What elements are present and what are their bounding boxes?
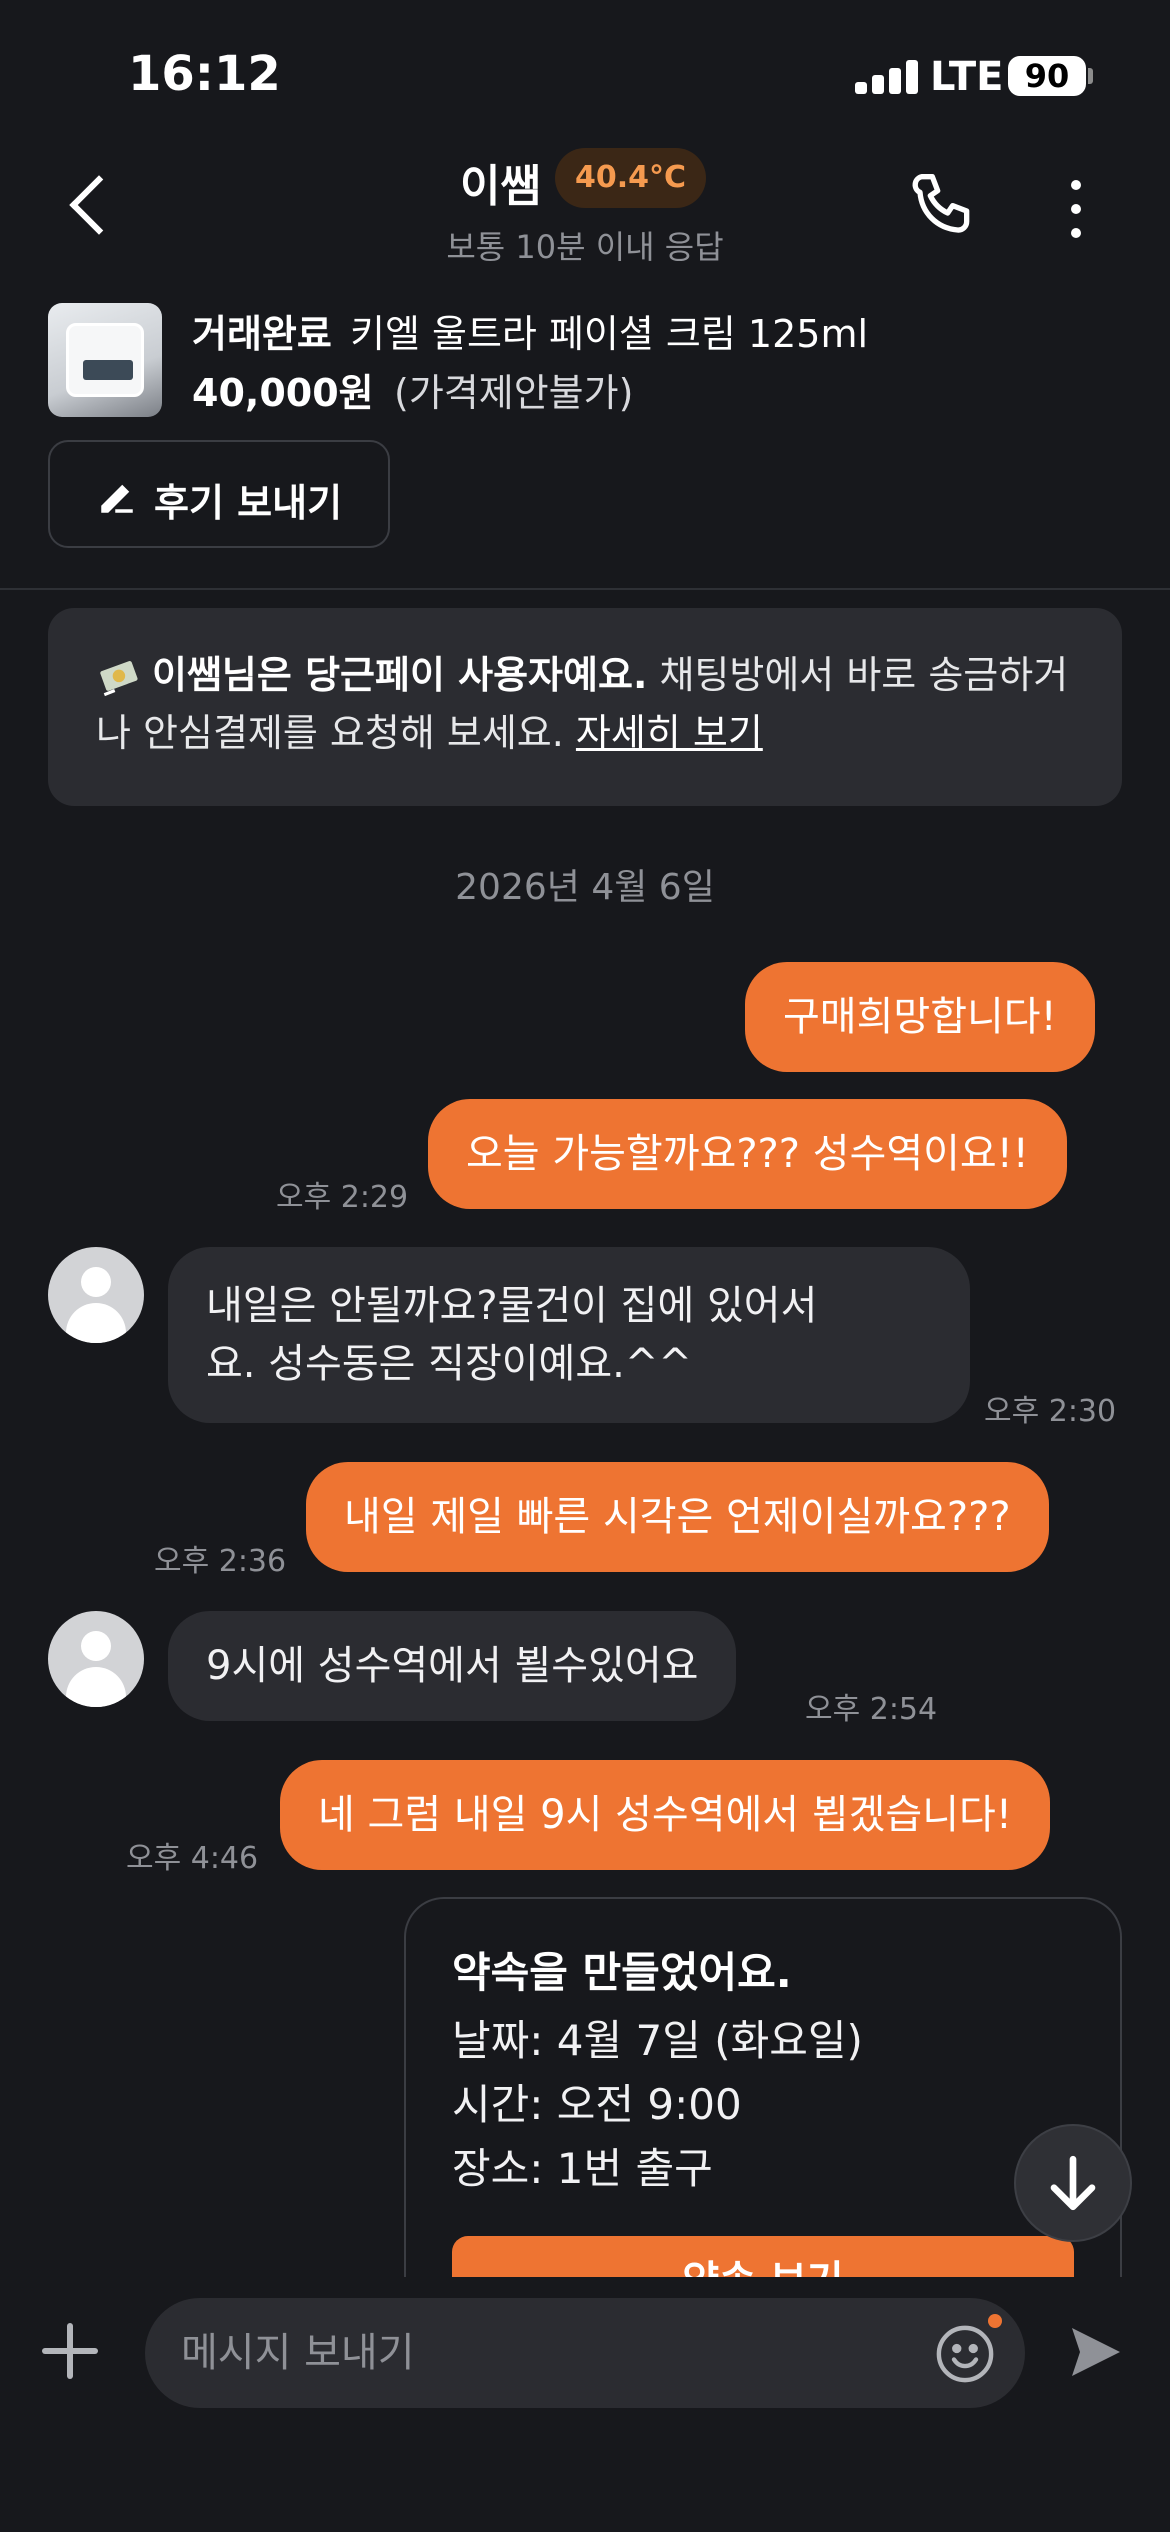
peer-avatar[interactable]	[48, 1611, 144, 1707]
phone-icon[interactable]	[905, 165, 985, 245]
status-time: 16:12	[128, 46, 281, 102]
message-bubble-peer[interactable]: 9시에 성수역에서 뵐수있어요	[168, 1611, 737, 1721]
notification-dot	[988, 2314, 1002, 2328]
product-title[interactable]: 키엘 울트라 페이셜 크림 125ml	[350, 303, 868, 358]
message-line: 요. 성수동은 직장이예요.^^	[206, 1341, 692, 1387]
network-label: LTE	[930, 54, 1004, 100]
appointment-card[interactable]: 약속을 만들었어요. 날짜: 4월 7일 (화요일) 시간: 오전 9:00 장…	[404, 1897, 1122, 2277]
divider	[0, 588, 1170, 590]
battery-tip	[1088, 68, 1093, 84]
view-appointment-button[interactable]: 약속 보기	[452, 2236, 1074, 2277]
message-bubble-me[interactable]: 구매희망합니다!	[745, 962, 1095, 1072]
arrow-down-icon	[1050, 2155, 1096, 2211]
notice-text: 이쌤님은 당근페이 사용자예요. 채팅방에서 바로 송금하거나 안심결제를 요청…	[96, 646, 1096, 762]
message-time: 오후 4:46	[126, 1841, 259, 1876]
message-bubble-me[interactable]: 내일 제일 빠른 시각은 언제이실까요???	[306, 1462, 1049, 1572]
message-input[interactable]	[145, 2298, 1025, 2408]
message-bubble-me[interactable]: 오늘 가능할까요??? 성수역이요!!	[428, 1099, 1067, 1209]
emoji-icon[interactable]	[932, 2321, 998, 2387]
price-note: (가격제안불가)	[394, 371, 634, 415]
cream-jar-image	[66, 323, 144, 397]
product-price: 40,000원	[192, 371, 374, 415]
message-time: 오후 2:30	[984, 1394, 1117, 1429]
send-review-label: 후기 보내기	[154, 481, 343, 525]
notice-link[interactable]: 자세히 보기	[576, 711, 763, 755]
signal-icon	[855, 60, 918, 94]
notice-bold: 이쌤님은 당근페이 사용자예요.	[152, 653, 648, 697]
status-bar: 16:12 LTE 90	[0, 0, 1170, 150]
message-composer	[0, 2278, 1170, 2532]
message-time: 오후 2:36	[154, 1544, 287, 1579]
appointment-date: 날짜: 4월 7일 (화요일)	[452, 2016, 863, 2065]
manner-temperature-badge[interactable]: 40.4°C	[555, 148, 707, 208]
pay-notice: 이쌤님은 당근페이 사용자예요. 채팅방에서 바로 송금하거나 안심결제를 요청…	[48, 608, 1122, 806]
peer-name: 이쌤	[460, 161, 541, 212]
scroll-down-button[interactable]	[1014, 2124, 1132, 2242]
appointment-title: 약속을 만들었어요.	[452, 1948, 792, 1997]
date-divider: 2026년 4월 6일	[455, 867, 715, 908]
message-time: 오후 2:29	[276, 1180, 409, 1215]
trade-status: 거래완료	[192, 312, 332, 356]
message-bubble-peer[interactable]: 내일은 안될까요?물건이 집에 있어서 요. 성수동은 직장이예요.^^	[168, 1247, 970, 1423]
peer-avatar[interactable]	[48, 1247, 144, 1343]
battery-icon: 90	[1008, 56, 1086, 96]
send-review-button[interactable]: 후기 보내기	[48, 440, 390, 548]
response-time: 보통 10분 이내 응답	[446, 228, 724, 266]
message-line: 내일은 안될까요?물건이 집에 있어서	[206, 1283, 818, 1329]
more-vertical-icon[interactable]	[1054, 176, 1098, 242]
appointment-time: 시간: 오전 9:00	[452, 2080, 742, 2129]
message-bubble-me[interactable]: 네 그럼 내일 9시 성수역에서 뵙겠습니다!	[280, 1760, 1050, 1870]
product-thumbnail[interactable]	[48, 303, 162, 417]
message-time: 오후 2:54	[805, 1692, 938, 1727]
appointment-place: 장소: 1번 출구	[452, 2144, 713, 2193]
plus-icon[interactable]	[42, 2323, 98, 2379]
pencil-icon	[101, 484, 133, 513]
send-icon[interactable]	[1064, 2320, 1128, 2384]
